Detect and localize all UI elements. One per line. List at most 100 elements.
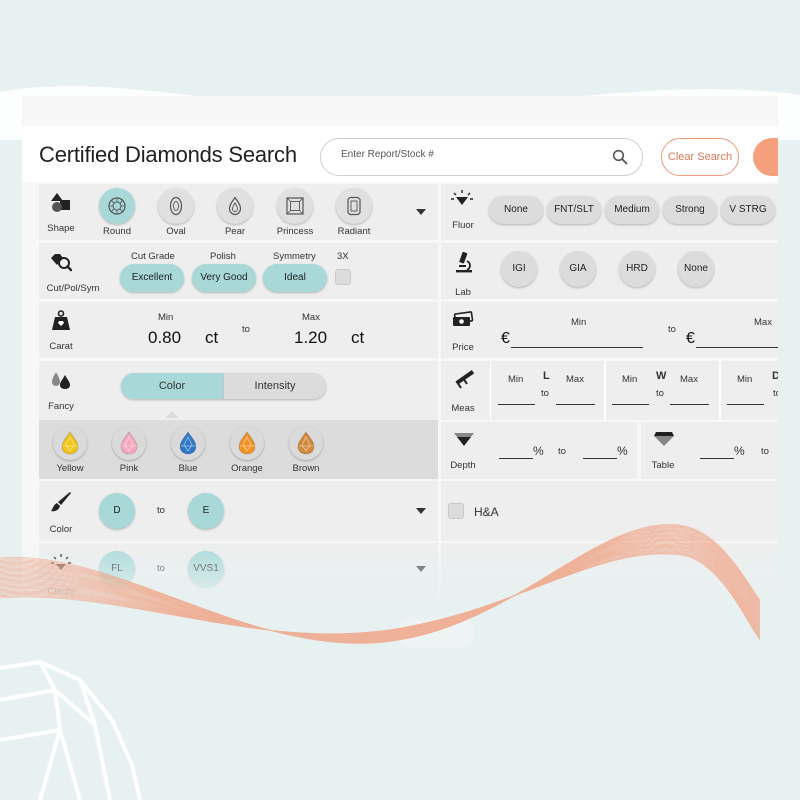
carat-label: Carat xyxy=(49,341,73,352)
money-icon xyxy=(453,311,474,326)
pear-diamond-icon xyxy=(228,196,242,216)
clarity-to-button[interactable]: VVS1 xyxy=(188,551,224,587)
fancy-colors-row: Yellow Pink Blue Orange Brown xyxy=(39,420,438,479)
cut-grade-button[interactable]: Excellent xyxy=(120,264,184,292)
depth-min-input[interactable] xyxy=(499,458,533,459)
ha-row: H&A xyxy=(441,481,778,541)
clarity-row: Clarity FL to VVS1 xyxy=(39,543,438,600)
fluor-fnt-slt-button[interactable]: FNT/SLT xyxy=(547,196,601,224)
search-submit-ghost[interactable] xyxy=(398,616,474,648)
threex-label: 3X xyxy=(337,251,349,262)
lab-gia-button[interactable]: GIA xyxy=(560,251,596,287)
clarity-label: Clarity xyxy=(47,586,75,597)
color-row: Color D to E xyxy=(39,481,438,541)
divider xyxy=(604,361,606,420)
symmetry-button[interactable]: Ideal xyxy=(263,264,327,292)
fancy-blue-button[interactable] xyxy=(171,426,205,460)
shape-oval-button[interactable] xyxy=(158,188,194,224)
fancy-orange-button[interactable] xyxy=(230,426,264,460)
fancy-toggle[interactable]: Color Intensity xyxy=(121,373,326,399)
carat-min-value[interactable]: 0.80 xyxy=(148,328,181,348)
meas-l-letter: L xyxy=(543,370,550,382)
shape-princess-button[interactable] xyxy=(277,188,313,224)
ha-checkbox[interactable] xyxy=(448,503,464,519)
search-button[interactable] xyxy=(753,138,778,176)
cut-grade-label: Cut Grade xyxy=(131,251,175,262)
header: Certified Diamonds Search Clear Search xyxy=(22,126,778,182)
fluor-strong-button[interactable]: Strong xyxy=(663,196,717,224)
polish-button[interactable]: Very Good xyxy=(192,264,256,292)
table-diamond-icon xyxy=(654,432,674,446)
meas-w-max-input[interactable] xyxy=(670,404,709,405)
price-row: Price Min € to Max € xyxy=(441,302,778,358)
fancy-brown-label: Brown xyxy=(292,463,320,474)
fluor-label: Fluor xyxy=(452,220,474,231)
meas-label: Meas xyxy=(451,403,475,414)
search-box[interactable] xyxy=(320,138,643,176)
meas-d-min-input[interactable] xyxy=(727,404,764,405)
empty-row xyxy=(441,543,778,600)
price-label: Price xyxy=(452,342,474,353)
depth-max-input[interactable] xyxy=(583,458,617,459)
depth-min-percent: % xyxy=(533,444,544,458)
cut-pol-sym-label: Cut/Pol/Sym xyxy=(46,283,100,294)
meas-l-max-input[interactable] xyxy=(556,404,595,405)
fancy-yellow-button[interactable] xyxy=(53,426,87,460)
meas-d-min-label: Min xyxy=(737,374,753,385)
depth-label: Depth xyxy=(450,460,476,471)
meas-w-min-label: Min xyxy=(622,374,638,385)
meas-row: Meas Min L to Max Min W to Max Min D to xyxy=(441,361,778,420)
clear-search-button[interactable]: Clear Search xyxy=(661,138,739,176)
fluor-medium-button[interactable]: Medium xyxy=(605,196,659,224)
table-min-input[interactable] xyxy=(700,458,734,459)
meas-w-min-input[interactable] xyxy=(612,404,649,405)
color-to-button[interactable]: E xyxy=(188,493,224,529)
carat-max-label: Max xyxy=(302,312,320,323)
ha-label: H&A xyxy=(474,505,499,519)
shape-round-button[interactable] xyxy=(99,188,135,224)
shape-radiant-button[interactable] xyxy=(336,188,372,224)
shape-pear-label: Pear xyxy=(224,226,246,237)
tab-intensity[interactable]: Intensity xyxy=(223,373,326,399)
paintbrush-icon xyxy=(51,492,71,512)
fancy-pink-button[interactable] xyxy=(112,426,146,460)
price-min-input[interactable] xyxy=(511,347,643,348)
fancy-label: Fancy xyxy=(48,401,74,412)
clarity-from-button[interactable]: FL xyxy=(99,551,135,587)
lab-label: Lab xyxy=(455,287,471,298)
search-input[interactable] xyxy=(341,149,591,160)
color-expand-icon[interactable] xyxy=(416,508,426,514)
color-from-button[interactable]: D xyxy=(99,493,135,529)
diamond-outline-icon xyxy=(0,660,142,800)
threex-checkbox[interactable] xyxy=(335,269,351,285)
tab-color[interactable]: Color xyxy=(121,373,223,399)
shape-pear-button[interactable] xyxy=(217,188,253,224)
meas-l-min-label: Min xyxy=(508,374,524,385)
depth-cell: Depth % to % xyxy=(441,422,637,479)
price-max-input[interactable] xyxy=(696,347,778,348)
lab-none-button[interactable]: None xyxy=(678,251,714,287)
fluor-none-button[interactable]: None xyxy=(489,196,543,224)
table-to-label: to xyxy=(761,446,769,457)
search-icon[interactable] xyxy=(612,149,628,165)
meas-l-min-input[interactable] xyxy=(498,404,535,405)
table-cell: Table % to xyxy=(641,422,778,479)
fancy-orange-label: Orange xyxy=(231,463,263,474)
meas-l-to-label: to xyxy=(541,388,549,399)
fancy-pink-label: Pink xyxy=(119,463,139,474)
lab-hrd-button[interactable]: HRD xyxy=(619,251,655,287)
cut-pol-sym-row: Cut/Pol/Sym Cut Grade Excellent Polish V… xyxy=(39,243,438,299)
shape-oval-label: Oval xyxy=(166,226,186,237)
princess-diamond-icon xyxy=(286,197,304,215)
carat-max-value[interactable]: 1.20 xyxy=(294,328,327,348)
meas-l-max-label: Max xyxy=(566,374,584,385)
shape-expand-icon[interactable] xyxy=(416,209,426,215)
carat-row: Carat Min 0.80 ct to Max 1.20 ct xyxy=(39,302,438,358)
fluor-v-strg-button[interactable]: V STRG xyxy=(721,196,775,224)
clarity-expand-icon[interactable] xyxy=(416,566,426,572)
shape-icon xyxy=(51,193,70,212)
depth-max-percent: % xyxy=(617,444,628,458)
lab-igi-button[interactable]: IGI xyxy=(501,251,537,287)
fancy-brown-button[interactable] xyxy=(289,426,323,460)
pear-gem-icon xyxy=(179,431,197,455)
